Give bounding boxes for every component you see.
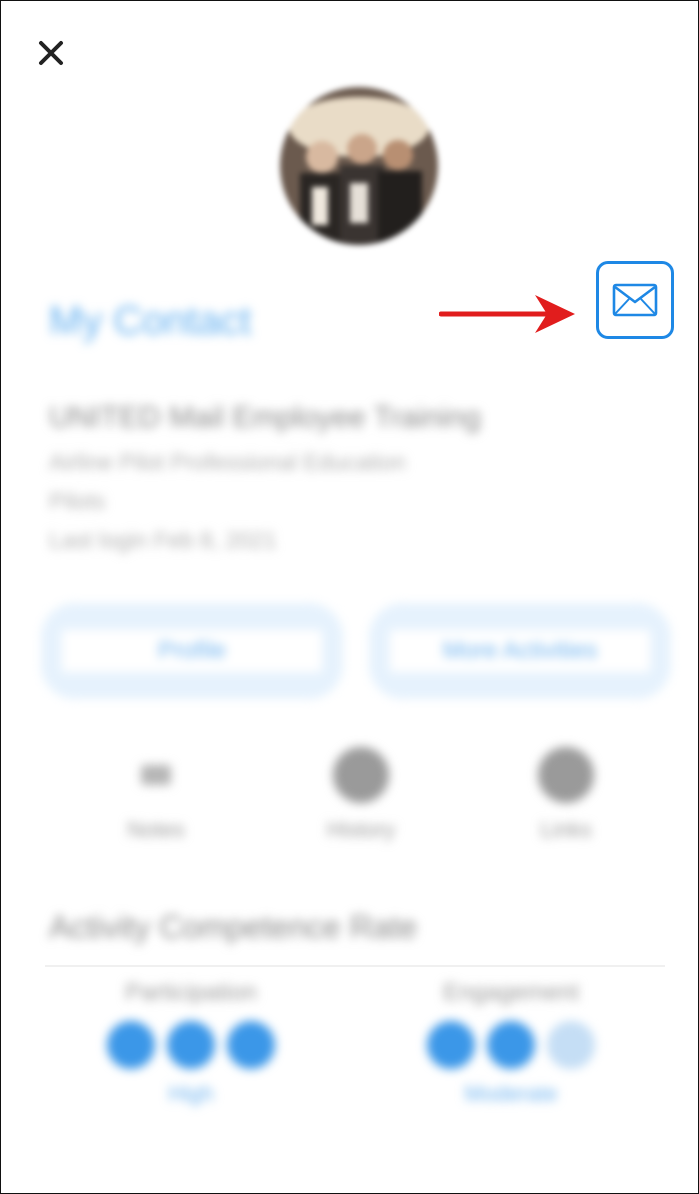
profile-detail-line: Airline Pilot Professional Education bbox=[49, 449, 406, 475]
profile-button[interactable]: Profile bbox=[41, 603, 343, 699]
contact-card: My Contact UNITED Mail Employee Training… bbox=[0, 0, 699, 1194]
notes-icon bbox=[141, 765, 171, 785]
profile-detail-line: Last login Feb 8, 2021 bbox=[49, 527, 277, 553]
annotation-arrow-icon bbox=[438, 289, 579, 339]
activity-ratings: Participation High Engagement Moderate bbox=[61, 979, 641, 1107]
divider bbox=[45, 965, 665, 967]
profile-title: UNITED Mail Employee Training bbox=[49, 401, 481, 434]
profile-details: UNITED Mail Employee Training Airline Pi… bbox=[49, 401, 649, 566]
star-empty-icon bbox=[547, 1021, 595, 1069]
action-buttons: Profile More Activities bbox=[41, 603, 671, 699]
quick-action-label: Links bbox=[540, 817, 592, 842]
rating-participation: Participation High bbox=[61, 979, 321, 1107]
rating-engagement: Engagement Moderate bbox=[381, 979, 641, 1107]
rating-label: Participation bbox=[124, 979, 258, 1006]
profile-name: My Contact bbox=[49, 299, 252, 343]
rating-value: High bbox=[168, 1081, 214, 1106]
quick-action-notes[interactable]: Notes bbox=[81, 747, 231, 867]
quick-actions: Notes History Links bbox=[81, 747, 641, 867]
star-icon bbox=[427, 1021, 475, 1069]
star-icon bbox=[107, 1021, 155, 1069]
more-activities-button[interactable]: More Activities bbox=[369, 603, 671, 699]
more-activities-button-label: More Activities bbox=[390, 630, 650, 672]
activity-heading: Activity Competence Rate bbox=[49, 909, 418, 945]
rating-value: Moderate bbox=[464, 1081, 558, 1106]
star-icon bbox=[227, 1021, 275, 1069]
quick-action-links[interactable]: Links bbox=[491, 747, 641, 867]
quick-action-history[interactable]: History bbox=[286, 747, 436, 867]
close-icon[interactable] bbox=[35, 37, 67, 69]
links-icon bbox=[538, 747, 594, 803]
star-icon bbox=[167, 1021, 215, 1069]
profile-button-label: Profile bbox=[62, 630, 322, 672]
profile-detail-line: Pilots bbox=[49, 488, 106, 514]
star-rating bbox=[107, 1021, 275, 1069]
history-icon bbox=[333, 747, 389, 803]
quick-action-label: Notes bbox=[127, 817, 185, 842]
quick-action-label: History bbox=[326, 817, 396, 842]
email-button[interactable] bbox=[596, 261, 674, 339]
rating-label: Engagement bbox=[442, 979, 580, 1006]
envelope-icon bbox=[612, 283, 658, 317]
avatar bbox=[280, 87, 438, 245]
star-icon bbox=[487, 1021, 535, 1069]
star-rating bbox=[427, 1021, 595, 1069]
